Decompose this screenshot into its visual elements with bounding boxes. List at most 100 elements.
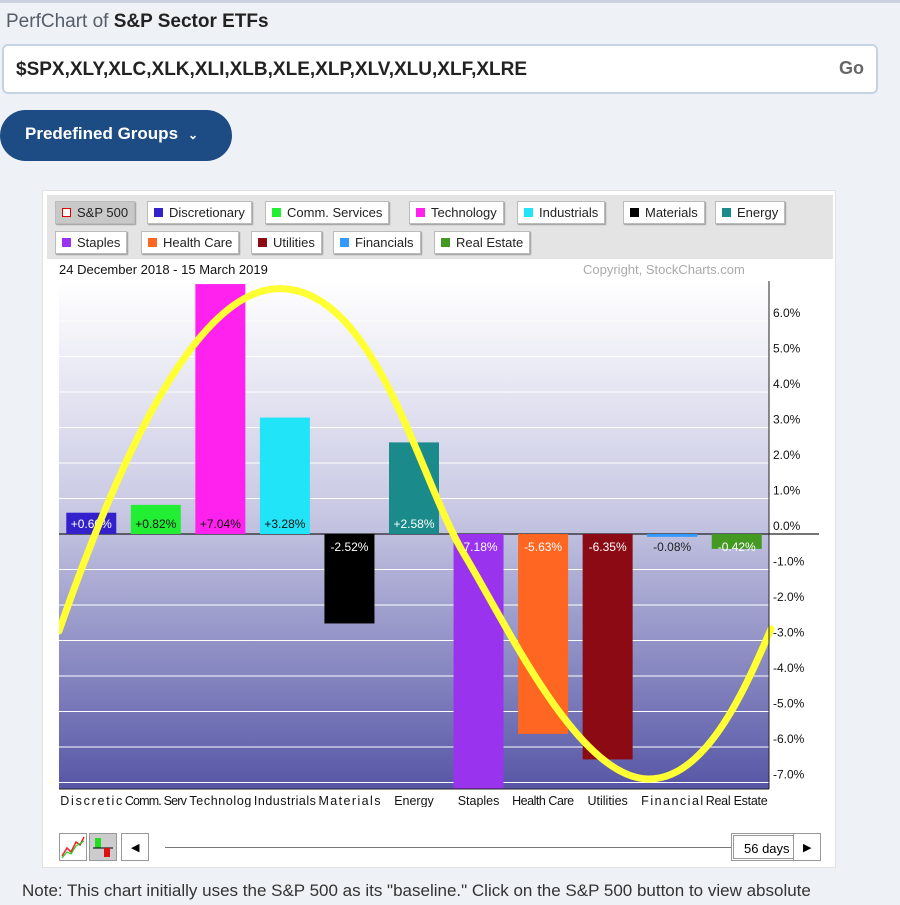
category-label: Technolog bbox=[189, 794, 251, 807]
color-swatch bbox=[722, 208, 731, 217]
color-swatch bbox=[258, 238, 267, 247]
bar-value-label: +0.82% bbox=[135, 517, 176, 531]
bar-value-label: -0.08% bbox=[653, 540, 691, 554]
legend-label: Comm. Services bbox=[287, 205, 383, 220]
bar-chart-mode-button[interactable] bbox=[89, 833, 117, 861]
color-swatch bbox=[62, 238, 71, 247]
period-slider-track[interactable] bbox=[165, 847, 735, 848]
legend-button-energy[interactable]: Energy bbox=[715, 201, 786, 224]
y-tick-label: -5.0% bbox=[773, 697, 805, 711]
legend-button-real-estate[interactable]: Real Estate bbox=[434, 231, 531, 254]
legend-label: S&P 500 bbox=[77, 205, 129, 220]
legend-button-staples[interactable]: Staples bbox=[55, 231, 128, 254]
category-label: Staples bbox=[458, 794, 500, 807]
go-button[interactable]: Go bbox=[839, 58, 864, 79]
category-label: Real Estate bbox=[706, 794, 768, 807]
bar-value-label: +7.04% bbox=[200, 517, 241, 531]
y-tick-label: -4.0% bbox=[773, 661, 805, 675]
legend-button-utilities[interactable]: Utilities bbox=[251, 231, 322, 254]
bar[interactable] bbox=[647, 534, 698, 537]
y-tick-label: -1.0% bbox=[773, 555, 805, 569]
symbols-field: Go bbox=[2, 44, 878, 94]
legend-label: Real Estate bbox=[456, 235, 524, 250]
line-chart-mode-button[interactable] bbox=[59, 833, 87, 861]
legend-label: Energy bbox=[737, 205, 779, 220]
legend-button-s-p-500[interactable]: S&P 500 bbox=[55, 201, 136, 224]
y-tick-label: -2.0% bbox=[773, 590, 805, 604]
bar[interactable] bbox=[582, 534, 633, 760]
bar-value-label: +0.60% bbox=[71, 517, 112, 531]
category-label: Industrials bbox=[254, 794, 316, 807]
color-swatch bbox=[154, 208, 163, 217]
legend-button-comm-services[interactable]: Comm. Services bbox=[265, 201, 390, 224]
color-swatch bbox=[340, 238, 349, 247]
color-swatch bbox=[630, 208, 639, 217]
scroll-left-button[interactable]: ◀ bbox=[121, 833, 149, 861]
legend-label: Staples bbox=[77, 235, 121, 250]
category-label: Health Care bbox=[512, 794, 574, 807]
legend: S&P 500 Discretionary Comm. Services Techno… bbox=[47, 195, 833, 259]
bar-value-label: -0.42% bbox=[718, 540, 756, 554]
y-tick-label: -7.0% bbox=[773, 768, 805, 782]
symbols-input[interactable] bbox=[16, 56, 816, 84]
title-prefix: PerfChart of bbox=[6, 11, 109, 32]
right-arrow-icon: ▶ bbox=[803, 842, 812, 854]
legend-button-financials[interactable]: Financials bbox=[333, 231, 421, 254]
y-tick-label: 3.0% bbox=[773, 413, 801, 427]
legend-button-technology[interactable]: Technology bbox=[409, 201, 504, 224]
copyright: Copyright, StockCharts.com bbox=[583, 262, 745, 277]
predefined-groups-label: Predefined Groups bbox=[25, 124, 179, 143]
legend-label: Utilities bbox=[273, 235, 315, 250]
color-swatch bbox=[148, 238, 157, 247]
bar[interactable] bbox=[195, 284, 246, 534]
legend-button-industrials[interactable]: Industrials bbox=[517, 201, 606, 224]
date-range: 24 December 2018 - 15 March 2019 bbox=[59, 262, 268, 277]
category-label: Materials bbox=[318, 794, 380, 807]
page-title: PerfChart of S&P Sector ETFs bbox=[6, 11, 269, 33]
line-chart-icon bbox=[61, 836, 85, 859]
color-swatch bbox=[416, 208, 425, 217]
bar-chart-icon bbox=[93, 838, 113, 857]
color-swatch bbox=[441, 238, 450, 247]
title-main: S&P Sector ETFs bbox=[113, 11, 269, 32]
perfchart-panel: S&P 500 Discretionary Comm. Services Techno… bbox=[42, 190, 836, 868]
bar-chart: +0.60% +0.82% +7.04% +3.28%-2.52%+2.58%-7.1… bbox=[59, 281, 819, 807]
left-arrow-icon: ◀ bbox=[131, 842, 140, 854]
color-swatch bbox=[524, 208, 533, 217]
legend-label: Technology bbox=[431, 205, 497, 220]
legend-button-materials[interactable]: Materials bbox=[623, 201, 705, 224]
category-label: Comm. Serv bbox=[125, 794, 188, 807]
category-label: Energy bbox=[394, 794, 434, 807]
legend-button-health-care[interactable]: Health Care bbox=[141, 231, 240, 254]
legend-label: Financials bbox=[355, 235, 414, 250]
bar-value-label: +2.58% bbox=[393, 517, 434, 531]
legend-label: Materials bbox=[645, 205, 698, 220]
color-swatch bbox=[62, 208, 71, 217]
color-swatch bbox=[272, 208, 281, 217]
y-tick-label: -6.0% bbox=[773, 732, 805, 746]
y-tick-label: 5.0% bbox=[773, 342, 801, 356]
bar-value-label: -2.52% bbox=[330, 540, 368, 554]
category-label: Financial bbox=[641, 794, 703, 807]
category-label: Discretic bbox=[60, 794, 122, 807]
y-tick-label: 4.0% bbox=[773, 377, 801, 391]
legend-button-discretionary[interactable]: Discretionary bbox=[147, 201, 252, 224]
y-tick-label: 1.0% bbox=[773, 484, 801, 498]
chart-navigation: ◀ 56 days ▶ bbox=[59, 833, 821, 863]
scroll-right-button[interactable]: ▶ bbox=[793, 833, 821, 861]
y-tick-label: 2.0% bbox=[773, 448, 801, 462]
legend-label: Industrials bbox=[539, 205, 599, 220]
period-label: 56 days bbox=[744, 841, 790, 856]
predefined-groups-button[interactable]: Predefined Groups ⌄ bbox=[0, 110, 232, 161]
y-tick-label: 6.0% bbox=[773, 306, 801, 320]
top-border bbox=[0, 0, 900, 3]
legend-label: Discretionary bbox=[169, 205, 245, 220]
bar-value-label: -6.35% bbox=[589, 540, 627, 554]
note-text: Note: This chart initially uses the S&P … bbox=[22, 881, 811, 900]
bar-value-label: +3.28% bbox=[264, 517, 305, 531]
chevron-down-icon: ⌄ bbox=[188, 128, 199, 142]
category-label: Utilities bbox=[587, 794, 627, 807]
bar[interactable] bbox=[518, 534, 569, 734]
y-tick-label: 0.0% bbox=[773, 519, 801, 533]
legend-label: Health Care bbox=[163, 235, 233, 250]
